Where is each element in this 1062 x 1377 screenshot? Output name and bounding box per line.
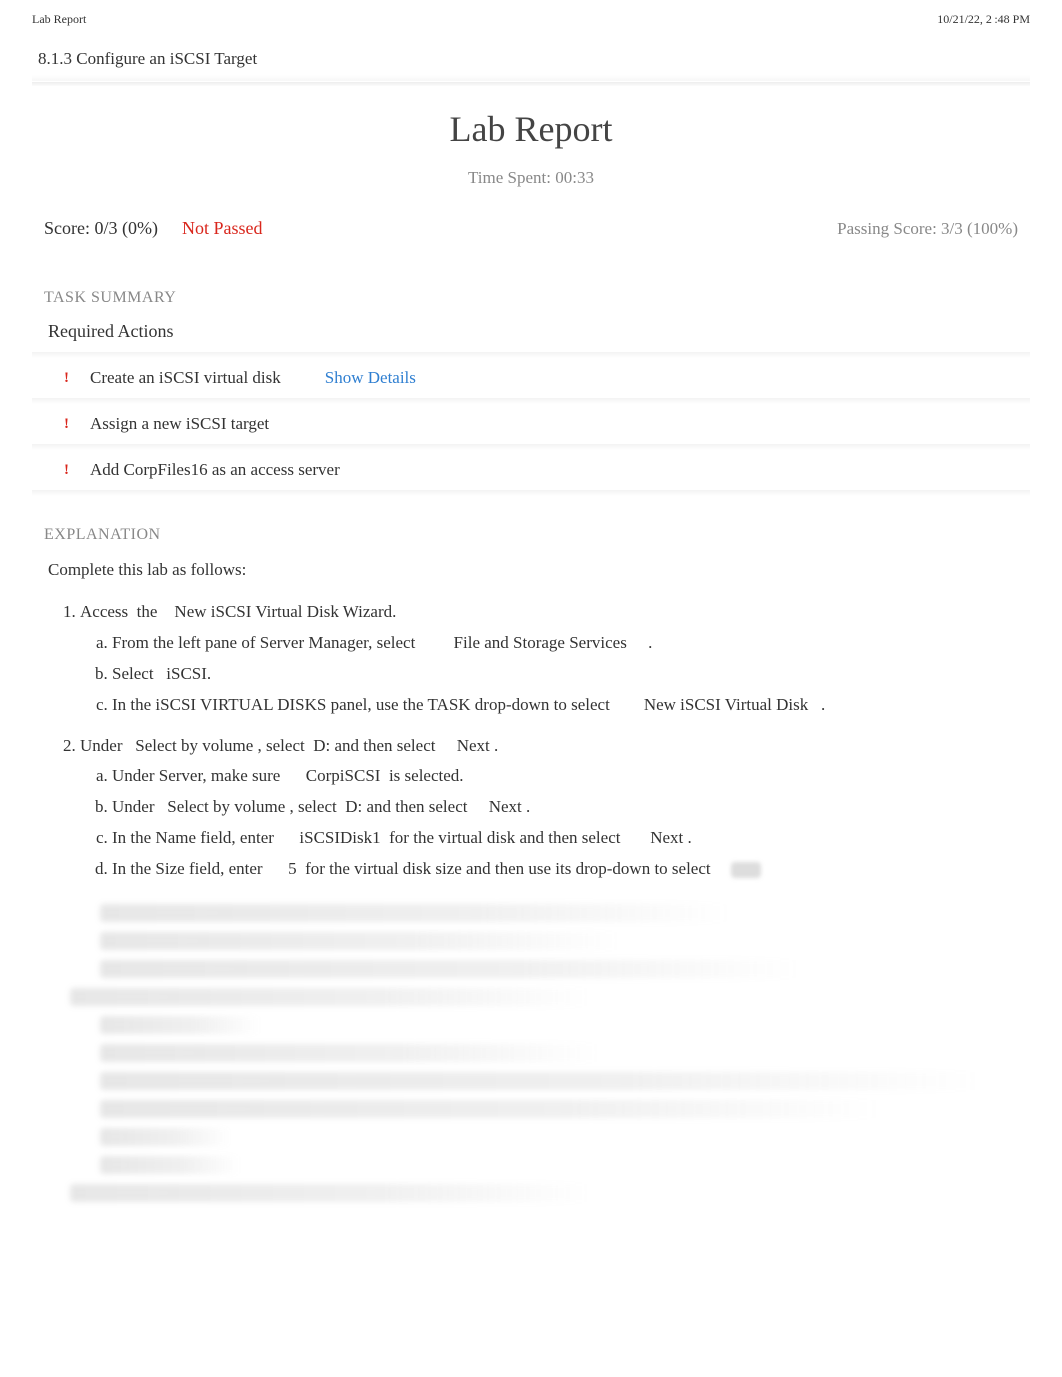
show-details-link[interactable]: Show Details [325, 368, 416, 388]
step-2c-text: In the Name field, enter iSCSIDisk1 for … [112, 828, 692, 847]
blurred-line [100, 932, 620, 950]
blurred-content [44, 890, 1018, 1222]
blurred-line [100, 1044, 600, 1062]
step-2c: In the Name field, enter iSCSIDisk1 for … [112, 824, 1018, 853]
blurred-line [100, 1100, 880, 1118]
alert-icon: ! [64, 462, 74, 479]
action-item: ! Create an iSCSI virtual disk Show Deta… [32, 358, 1030, 396]
blurred-line [100, 1128, 230, 1146]
action-item: ! Assign a new iSCSI target [32, 404, 1030, 442]
step-1: Access the New iSCSI Virtual Disk Wizard… [80, 598, 1018, 720]
alert-icon: ! [64, 370, 74, 387]
required-actions-label: Required Actions [32, 321, 1030, 350]
page-title: Lab Report [32, 108, 1030, 150]
blurred-line [70, 1184, 590, 1202]
explanation-steps: Access the New iSCSI Virtual Disk Wizard… [44, 598, 1018, 884]
action-label: Add CorpFiles16 as an access server [90, 460, 340, 480]
score-status: Not Passed [182, 218, 263, 239]
step-2a-text: Under Server, make sure CorpiSCSI is sel… [112, 766, 464, 785]
step-1b-text: Select iSCSI. [112, 664, 211, 683]
blurred-line [100, 1016, 260, 1034]
score-row: Score: 0/3 (0%) Not Passed Passing Score… [32, 218, 1030, 239]
blurred-line [70, 988, 590, 1006]
blurred-token [731, 862, 761, 878]
content: 8.1.3 Configure an iSCSI Target Lab Repo… [0, 35, 1062, 1262]
step-2d: In the Size field, enter 5 for the virtu… [112, 855, 1018, 884]
blurred-line [100, 904, 730, 922]
divider [32, 490, 1030, 496]
score-value: Score: 0/3 (0%) [44, 218, 158, 239]
task-summary-heading: TASK SUMMARY [32, 289, 1030, 311]
action-label: Create an iSCSI virtual disk [90, 368, 281, 388]
step-1b: Select iSCSI. [112, 660, 1018, 689]
header-right: 10/21/22, 2 :48 PM [937, 12, 1030, 27]
step-1a-text: From the left pane of Server Manager, se… [112, 633, 652, 652]
explanation-section: EXPLANATION Complete this lab as follows… [32, 526, 1030, 1222]
step-2-sub: Under Server, make sure CorpiSCSI is sel… [80, 762, 1018, 884]
step-1-lead: Access the New iSCSI Virtual Disk Wizard… [80, 602, 396, 621]
step-1-sub: From the left pane of Server Manager, se… [80, 629, 1018, 720]
blurred-line [100, 960, 800, 978]
explanation-heading: EXPLANATION [44, 526, 1018, 548]
step-2d-text: In the Size field, enter 5 for the virtu… [112, 859, 711, 878]
step-2a: Under Server, make sure CorpiSCSI is sel… [112, 762, 1018, 791]
explanation-intro: Complete this lab as follows: [48, 560, 1014, 580]
alert-icon: ! [64, 416, 74, 433]
blurred-line [100, 1072, 980, 1090]
page-header: Lab Report 10/21/22, 2 :48 PM [0, 0, 1062, 35]
step-1c-text: In the iSCSI VIRTUAL DISKS panel, use th… [112, 695, 825, 714]
step-2: Under Select by volume , select D: and t… [80, 732, 1018, 884]
action-item: ! Add CorpFiles16 as an access server [32, 450, 1030, 488]
step-2-lead: Under Select by volume , select D: and t… [80, 736, 498, 755]
step-1a: From the left pane of Server Manager, se… [112, 629, 1018, 658]
passing-score: Passing Score: 3/3 (100%) [837, 219, 1018, 239]
blurred-line [100, 1156, 240, 1174]
step-2b-text: Under Select by volume , select D: and t… [112, 797, 530, 816]
time-spent: Time Spent: 00:33 [32, 168, 1030, 188]
action-label: Assign a new iSCSI target [90, 414, 269, 434]
step-1c: In the iSCSI VIRTUAL DISKS panel, use th… [112, 691, 1018, 720]
section-number-title: 8.1.3 Configure an iSCSI Target [32, 39, 1030, 82]
header-left: Lab Report [32, 12, 86, 27]
step-2b: Under Select by volume , select D: and t… [112, 793, 1018, 822]
divider [32, 82, 1030, 86]
score-left: Score: 0/3 (0%) Not Passed [44, 218, 262, 239]
